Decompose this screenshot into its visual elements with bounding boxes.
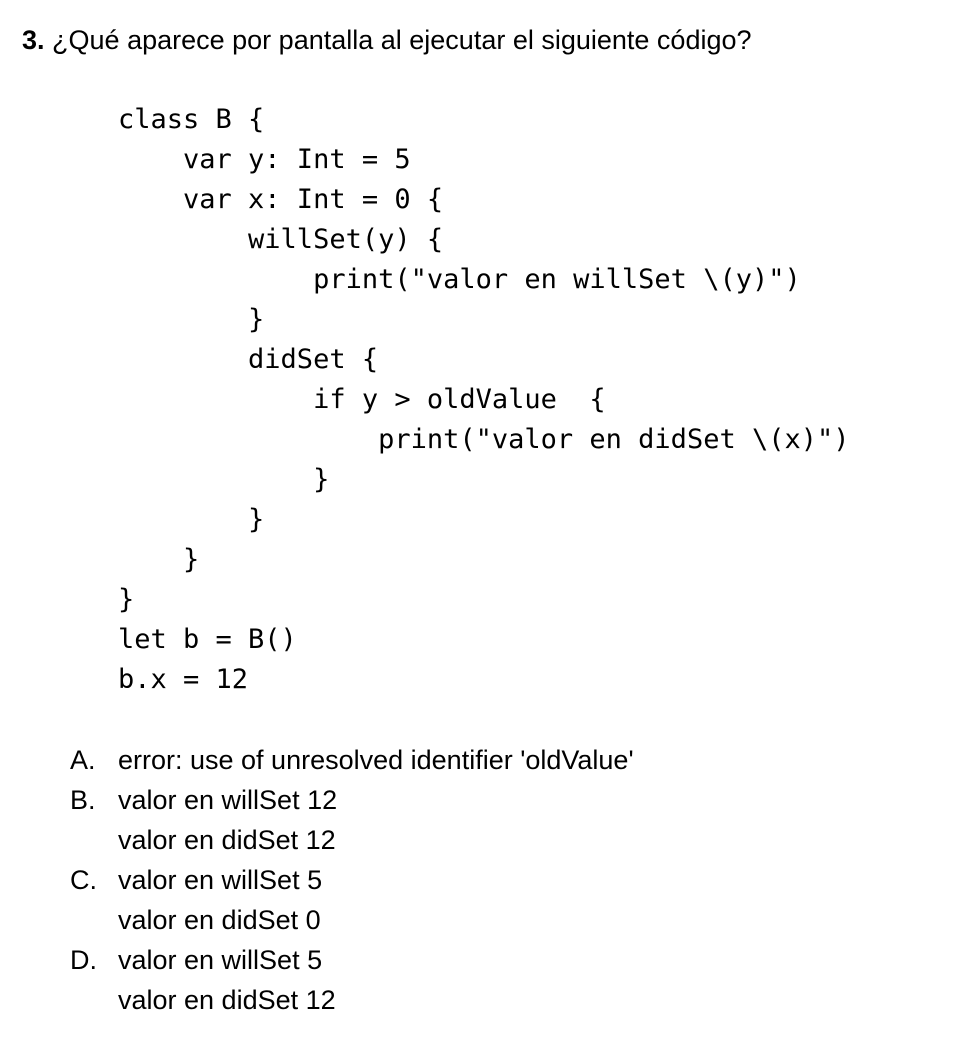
- code-line: print("valor en willSet \(y)"): [118, 264, 801, 295]
- code-line: didSet {: [118, 344, 379, 375]
- code-line: print("valor en didSet \(x)"): [118, 424, 850, 455]
- code-line: var y: Int = 5: [118, 144, 411, 175]
- code-line: }: [118, 504, 265, 535]
- option-text: error: use of unresolved identifier 'old…: [118, 745, 634, 775]
- option-text: valor en didSet 12: [118, 825, 336, 855]
- code-line: if y > oldValue {: [118, 384, 606, 415]
- option-text: valor en willSet 12: [118, 785, 338, 815]
- code-block: class B { var y: Int = 5 var x: Int = 0 …: [118, 100, 850, 700]
- code-line: class B {: [118, 104, 265, 135]
- option-letter: D.: [70, 945, 97, 975]
- question-text: ¿Qué aparece por pantalla al ejecutar el…: [52, 25, 752, 55]
- question-heading: 3. ¿Qué aparece por pantalla al ejecutar…: [22, 22, 752, 58]
- option-text: valor en didSet 0: [118, 905, 321, 935]
- code-line: var x: Int = 0 {: [118, 184, 444, 215]
- option-letter: A.: [70, 745, 96, 775]
- option-letter: C.: [70, 865, 97, 895]
- code-line: }: [118, 584, 135, 615]
- option-text: valor en didSet 12: [118, 985, 336, 1015]
- code-line: }: [118, 304, 265, 335]
- code-line: willSet(y) {: [118, 224, 444, 255]
- option-text: valor en willSet 5: [118, 865, 323, 895]
- code-line: }: [118, 464, 330, 495]
- code-line: }: [118, 544, 200, 575]
- code-line: let b = B(): [118, 624, 297, 655]
- question-number: 3.: [22, 25, 45, 55]
- option-letter: B.: [70, 785, 96, 815]
- option-text: valor en willSet 5: [118, 945, 323, 975]
- code-line: b.x = 12: [118, 664, 249, 695]
